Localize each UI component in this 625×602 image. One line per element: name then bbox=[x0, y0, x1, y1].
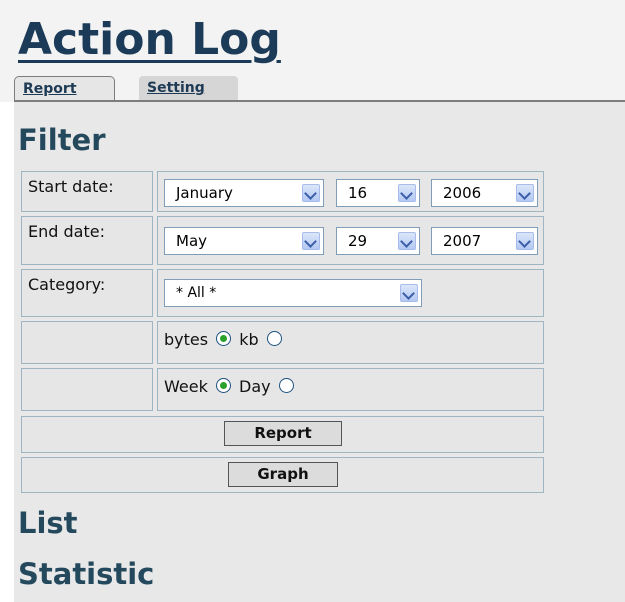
unit-kb-radio[interactable] bbox=[266, 331, 282, 346]
start-date-label: Start date: bbox=[28, 177, 114, 196]
chevron-down-icon bbox=[400, 284, 418, 302]
start-date-label-cell: Start date: bbox=[21, 171, 153, 212]
start-year-value: 2006 bbox=[443, 184, 482, 202]
unit-kb-label: kb bbox=[239, 330, 259, 349]
graph-button[interactable]: Graph bbox=[228, 462, 338, 487]
tab-report[interactable]: Report bbox=[14, 76, 115, 101]
chevron-down-icon bbox=[516, 184, 534, 202]
chevron-down-icon bbox=[516, 232, 534, 250]
category-label-cell: Category: bbox=[21, 269, 153, 317]
units-controls: bytes kb bbox=[157, 321, 544, 364]
units-label-cell bbox=[21, 321, 153, 364]
end-year-value: 2007 bbox=[443, 232, 482, 250]
graph-button-row: Graph bbox=[21, 457, 544, 493]
category-select[interactable]: * All * bbox=[164, 279, 422, 307]
start-month-select[interactable]: January bbox=[164, 179, 324, 207]
end-date-label: End date: bbox=[28, 222, 105, 241]
end-day-select[interactable]: 29 bbox=[336, 227, 420, 255]
chevron-down-icon bbox=[398, 184, 416, 202]
chevron-down-icon bbox=[398, 232, 416, 250]
end-year-select[interactable]: 2007 bbox=[431, 227, 538, 255]
end-date-controls: May 29 2007 bbox=[157, 216, 544, 265]
period-week-radio[interactable] bbox=[215, 378, 231, 393]
report-button[interactable]: Report bbox=[224, 421, 342, 446]
category-controls: * All * bbox=[157, 269, 544, 317]
unit-bytes-label: bytes bbox=[164, 330, 209, 349]
app-title: Action Log bbox=[18, 14, 281, 65]
start-day-value: 16 bbox=[348, 184, 368, 202]
units-radio-group: bytes kb bbox=[164, 322, 285, 358]
list-heading[interactable]: List bbox=[18, 506, 78, 540]
end-month-value: May bbox=[176, 232, 208, 250]
end-date-label-cell: End date: bbox=[21, 216, 153, 265]
category-value: * All * bbox=[176, 285, 217, 301]
category-label: Category: bbox=[28, 275, 106, 294]
start-month-value: January bbox=[176, 184, 233, 202]
report-panel: Filter Start date: January 16 2006 End d… bbox=[14, 102, 625, 602]
period-day-label: Day bbox=[239, 377, 271, 396]
chevron-down-icon bbox=[302, 184, 320, 202]
period-day-radio[interactable] bbox=[278, 378, 294, 393]
start-date-controls: January 16 2006 bbox=[157, 171, 544, 212]
end-month-select[interactable]: May bbox=[164, 227, 324, 255]
period-week-label: Week bbox=[164, 377, 208, 396]
report-button-row: Report bbox=[21, 416, 544, 453]
period-controls: Week Day bbox=[157, 368, 544, 411]
statistic-heading[interactable]: Statistic bbox=[18, 557, 154, 591]
end-day-value: 29 bbox=[348, 232, 368, 250]
start-day-select[interactable]: 16 bbox=[336, 179, 420, 207]
chevron-down-icon bbox=[302, 232, 320, 250]
period-label-cell bbox=[21, 368, 153, 411]
filter-heading: Filter bbox=[18, 123, 106, 157]
unit-bytes-radio[interactable] bbox=[216, 331, 232, 346]
start-year-select[interactable]: 2006 bbox=[431, 179, 538, 207]
tab-setting[interactable]: Setting bbox=[139, 76, 238, 101]
period-radio-group: Week Day bbox=[164, 369, 297, 405]
header-bar: Action Log Report Setting bbox=[0, 0, 625, 102]
